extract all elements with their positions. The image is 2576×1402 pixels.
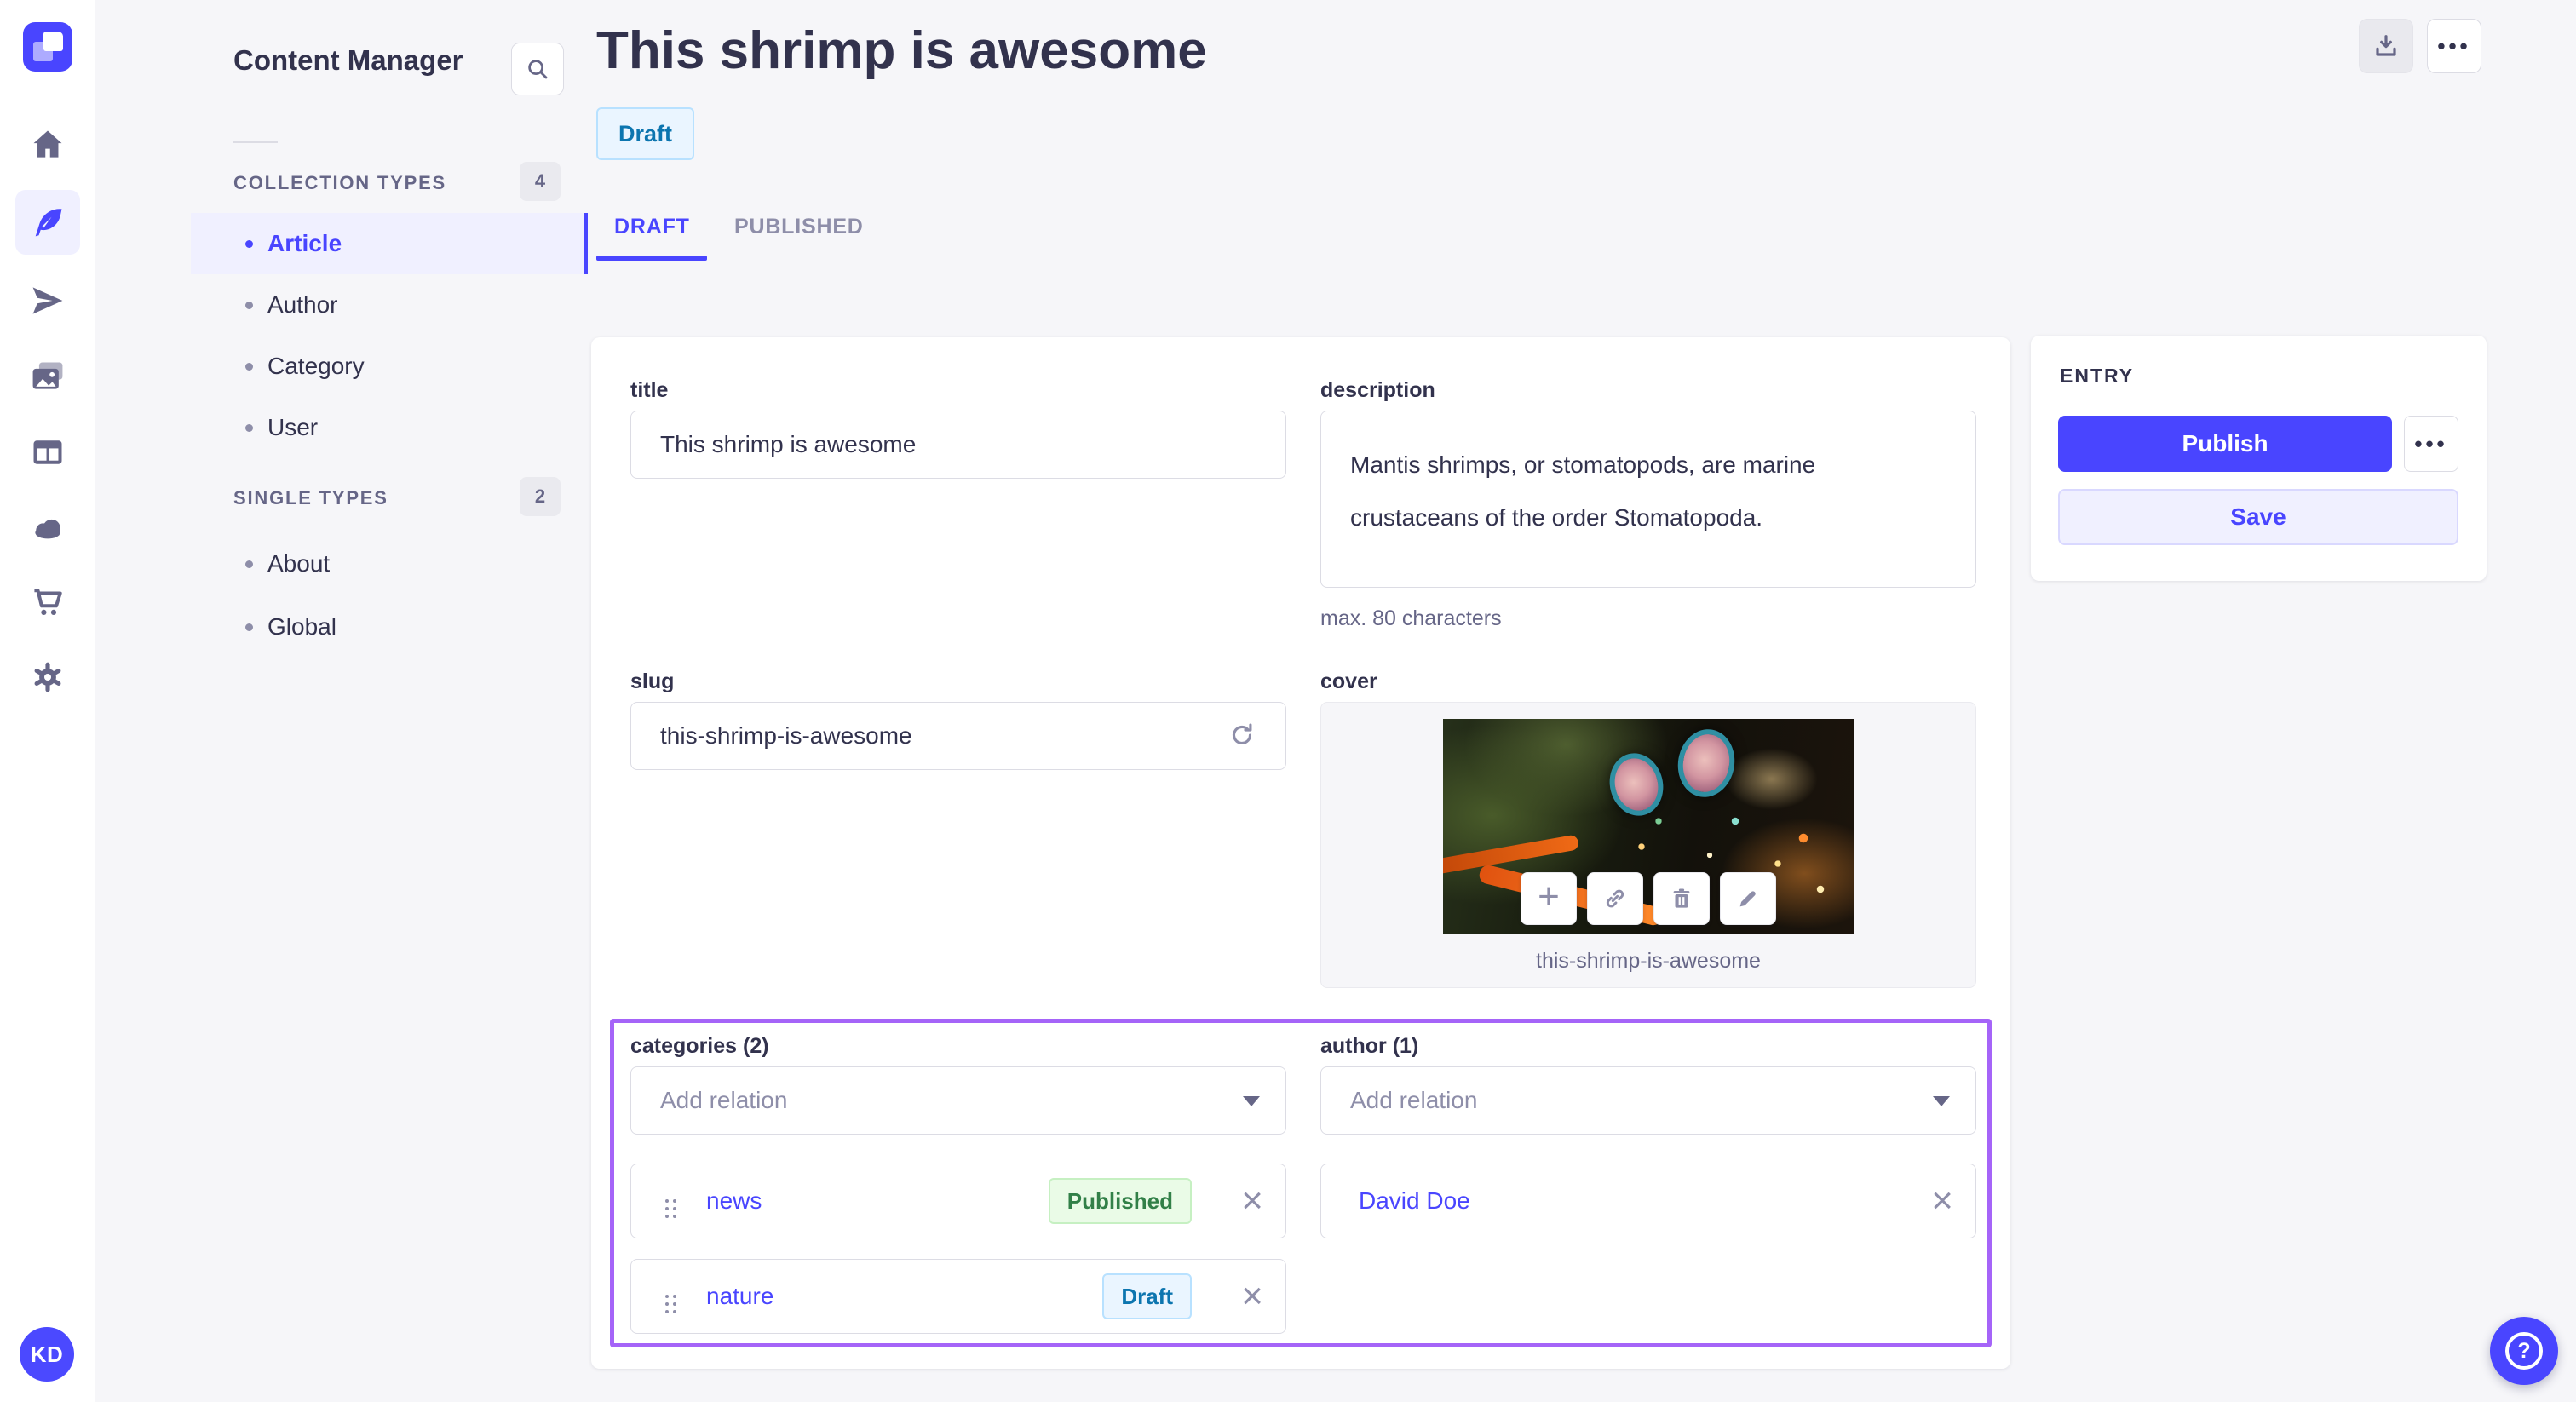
content-type-builder-icon[interactable] [15,420,80,485]
sidebar-item-label: Category [267,353,365,379]
published-status-badge: Published [1048,1178,1192,1224]
relation-row-nature: nature Draft × [630,1259,1286,1334]
relation-row-news: news Published × [630,1164,1286,1238]
slug-field-label: slug [630,669,675,693]
more-icon: ••• [2437,33,2471,59]
entry-more-button[interactable]: ••• [2404,416,2458,472]
question-mark-icon: ? [2505,1332,2543,1370]
sidebar-title: Content Manager [233,44,463,76]
tab-published[interactable]: PUBLISHED [734,215,864,239]
export-button[interactable] [2359,19,2413,73]
plus-icon: + [1538,876,1560,917]
slug-input[interactable] [630,702,1286,770]
download-icon [2376,35,2396,56]
sidebar-item-about[interactable]: About [191,533,588,595]
copy-link-button[interactable] [1587,872,1643,925]
entry-panel-title: ENTRY [2060,365,2135,387]
bullet-icon [245,623,253,631]
more-icon: ••• [2414,431,2448,457]
content-manager-sidebar: Content Manager COLLECTION TYPES 4 Artic… [95,0,588,1402]
status-badge: Draft [596,107,695,160]
bullet-icon [245,423,253,432]
sidebar-item-label: Author [267,291,338,318]
publish-button[interactable]: Publish [2058,416,2392,472]
shrimp-arm-art [1443,834,1580,875]
releases-icon[interactable] [15,268,80,333]
categories-relation-combobox[interactable] [630,1066,1286,1135]
deploy-icon[interactable] [15,495,80,560]
link-icon [1606,889,1624,908]
bullet-icon [245,239,253,248]
title-field-label: title [630,378,669,402]
relation-link-david-doe[interactable]: David Doe [1359,1187,1470,1215]
draft-status-badge: Draft [1102,1273,1192,1319]
regenerate-slug-button[interactable] [1227,721,1257,751]
sidebar-item-user[interactable]: User [191,397,588,458]
drag-handle-icon[interactable] [665,1287,677,1306]
description-field-label: description [1320,378,1435,402]
sidebar-item-category[interactable]: Category [191,336,588,397]
delete-asset-button[interactable] [1653,872,1710,925]
help-button[interactable]: ? [2490,1317,2558,1385]
cover-filename: this-shrimp-is-awesome [1536,949,1761,973]
remove-relation-button[interactable]: × [1931,1182,1953,1220]
search-button[interactable] [511,43,564,95]
header-more-button[interactable]: ••• [2427,19,2481,73]
content-manager-icon[interactable] [15,190,80,255]
strapi-logo [23,22,72,72]
settings-icon[interactable] [15,645,80,710]
remove-relation-button[interactable]: × [1241,1182,1263,1220]
bullet-icon [245,301,253,309]
user-avatar[interactable]: KD [20,1327,74,1382]
remove-relation-button[interactable]: × [1241,1278,1263,1315]
trash-icon [1673,888,1690,908]
relation-link-nature[interactable]: nature [706,1283,773,1310]
refresh-icon [1232,723,1252,745]
bullet-icon [245,362,253,371]
cover-field-label: cover [1320,669,1377,693]
home-icon[interactable] [15,112,80,177]
media-library-icon[interactable] [15,344,80,409]
drag-handle-icon[interactable] [665,1192,677,1210]
relation-link-news[interactable]: news [706,1187,762,1215]
sidebar-item-label: Article [267,230,342,256]
sidebar-item-article[interactable]: Article [191,213,588,274]
sidebar-divider [233,141,278,143]
marketplace-icon[interactable] [15,570,80,635]
sidebar-item-label: User [267,414,319,440]
search-icon [528,60,548,79]
categories-field-label: categories (2) [630,1034,769,1058]
relation-row-david-doe: David Doe × [1320,1164,1976,1238]
collection-types-count: 4 [520,162,561,201]
collection-types-label: COLLECTION TYPES [233,172,447,193]
sidebar-item-author[interactable]: Author [191,274,588,336]
description-helper-text: max. 80 characters [1320,606,1502,630]
description-input[interactable]: Mantis shrimps, or stomatopods, are mari… [1320,411,1976,588]
bullet-icon [245,560,253,568]
single-types-count: 2 [520,477,561,516]
title-input[interactable] [630,411,1286,479]
sidebar-item-global[interactable]: Global [191,596,588,658]
pencil-icon [1739,891,1756,907]
sidebar-item-label: About [267,550,331,577]
page-title: This shrimp is awesome [596,21,1207,80]
single-types-label: SINGLE TYPES [233,487,388,509]
author-field-label: author (1) [1320,1034,1419,1058]
add-asset-button[interactable]: + [1521,872,1577,925]
author-relation-input[interactable] [1321,1067,1975,1134]
save-button[interactable]: Save [2058,489,2458,545]
nav-rail: KD [0,0,95,1402]
author-relation-combobox[interactable] [1320,1066,1976,1135]
cover-actions-toolbar: + [1521,872,1776,925]
categories-relation-input[interactable] [631,1067,1285,1134]
active-tab-underline [596,256,707,261]
strapi-content-manager-screen: KD Content Manager COLLECTION TYPES 4 Ar… [0,0,2576,1402]
sidebar-item-label: Global [267,613,336,640]
edit-asset-button[interactable] [1720,872,1776,925]
tab-draft[interactable]: DRAFT [614,215,690,239]
